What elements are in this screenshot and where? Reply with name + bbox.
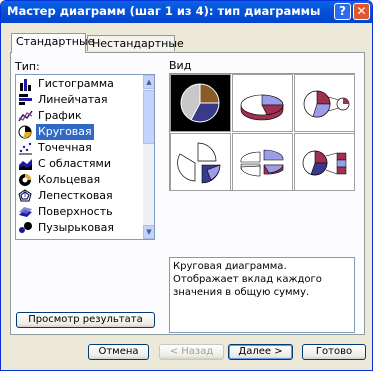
exploded-pie-icon — [177, 142, 221, 184]
next-button[interactable]: Далее > — [228, 344, 293, 360]
subtype-bar-of-pie[interactable] — [294, 133, 355, 191]
list-item-label: С областями — [38, 157, 111, 170]
subtype-exploded-pie[interactable] — [170, 133, 231, 191]
pie-of-pie-icon — [303, 90, 350, 118]
list-item[interactable]: С областями — [17, 156, 142, 172]
tab-custom[interactable]: Нестандартные — [87, 35, 184, 51]
list-item[interactable]: Пузырьковая — [17, 220, 142, 236]
column-chart-icon — [20, 79, 31, 91]
exploded-pie-3d-icon — [240, 149, 284, 177]
subtype-pie[interactable] — [170, 74, 231, 132]
bubble-chart-icon — [19, 222, 32, 233]
doughnut-chart-icon — [19, 174, 31, 186]
scroll-thumb[interactable] — [143, 90, 154, 144]
subtype-pie-3d[interactable] — [232, 74, 293, 132]
list-item[interactable]: Поверхность — [17, 204, 142, 220]
surface-chart-icon — [19, 207, 32, 217]
preview-result-button[interactable]: Просмотр результата — [16, 312, 155, 328]
radar-chart-icon — [18, 189, 32, 202]
window-title: Мастер диаграмм (шаг 1 из 4): тип диагра… — [7, 4, 321, 18]
list-item-label: Круговая — [36, 124, 94, 140]
list-item[interactable]: Кольцевая — [17, 172, 142, 188]
chart-subtype-grid — [169, 73, 355, 191]
list-scrollbar[interactable]: ▲ ▼ — [143, 75, 154, 239]
scroll-down-icon[interactable]: ▼ — [143, 225, 154, 239]
subtype-pie-of-pie[interactable] — [294, 74, 355, 132]
list-item[interactable]: Гистограмма — [17, 76, 142, 92]
chart-wizard-dialog: Мастер диаграмм (шаг 1 из 4): тип диагра… — [0, 0, 373, 371]
bar-chart-icon — [19, 94, 32, 105]
list-item-label: График — [38, 109, 82, 122]
pie-3d-icon — [240, 94, 284, 121]
pie-icon — [180, 83, 220, 123]
back-button[interactable]: < Назад — [159, 344, 224, 360]
area-chart-icon — [19, 159, 32, 170]
list-item-label: Гистограмма — [38, 77, 114, 90]
list-item[interactable]: Линейчатая — [17, 92, 142, 108]
type-label: Тип: — [15, 60, 40, 73]
line-chart-icon — [18, 110, 33, 122]
scatter-chart-icon — [19, 142, 32, 155]
list-item-selected[interactable]: Круговая — [17, 124, 142, 140]
pie-chart-icon — [18, 125, 32, 139]
subtype-exploded-pie-3d[interactable] — [232, 133, 293, 191]
title-bar: Мастер диаграмм (шаг 1 из 4): тип диагра… — [1, 1, 372, 23]
chart-type-list[interactable]: Гистограмма Линейчатая График Круговая Т… — [15, 74, 155, 240]
finish-button[interactable]: Готово — [302, 344, 366, 360]
bar-of-pie-icon — [302, 150, 347, 176]
list-item-label: Поверхность — [38, 205, 113, 218]
list-item-label: Пузырьковая — [38, 221, 114, 234]
list-item-label: Линейчатая — [38, 93, 108, 106]
view-label: Вид — [169, 59, 192, 72]
tab-standard[interactable]: Стандартные — [11, 33, 94, 53]
chart-description: Круговая диаграмма. Отображает вклад каж… — [169, 257, 355, 333]
list-item-label: Кольцевая — [38, 173, 101, 186]
list-item-label: Лепестковая — [38, 189, 113, 202]
list-item[interactable]: График — [17, 108, 142, 124]
scroll-up-icon[interactable]: ▲ — [143, 75, 154, 89]
cancel-button[interactable]: Отмена — [88, 344, 149, 360]
list-item[interactable]: Точечная — [17, 140, 142, 156]
list-item-label: Точечная — [38, 141, 92, 154]
help-button[interactable]: ? — [334, 3, 351, 20]
list-item[interactable]: Лепестковая — [17, 188, 142, 204]
close-button[interactable]: ✕ — [353, 3, 370, 20]
